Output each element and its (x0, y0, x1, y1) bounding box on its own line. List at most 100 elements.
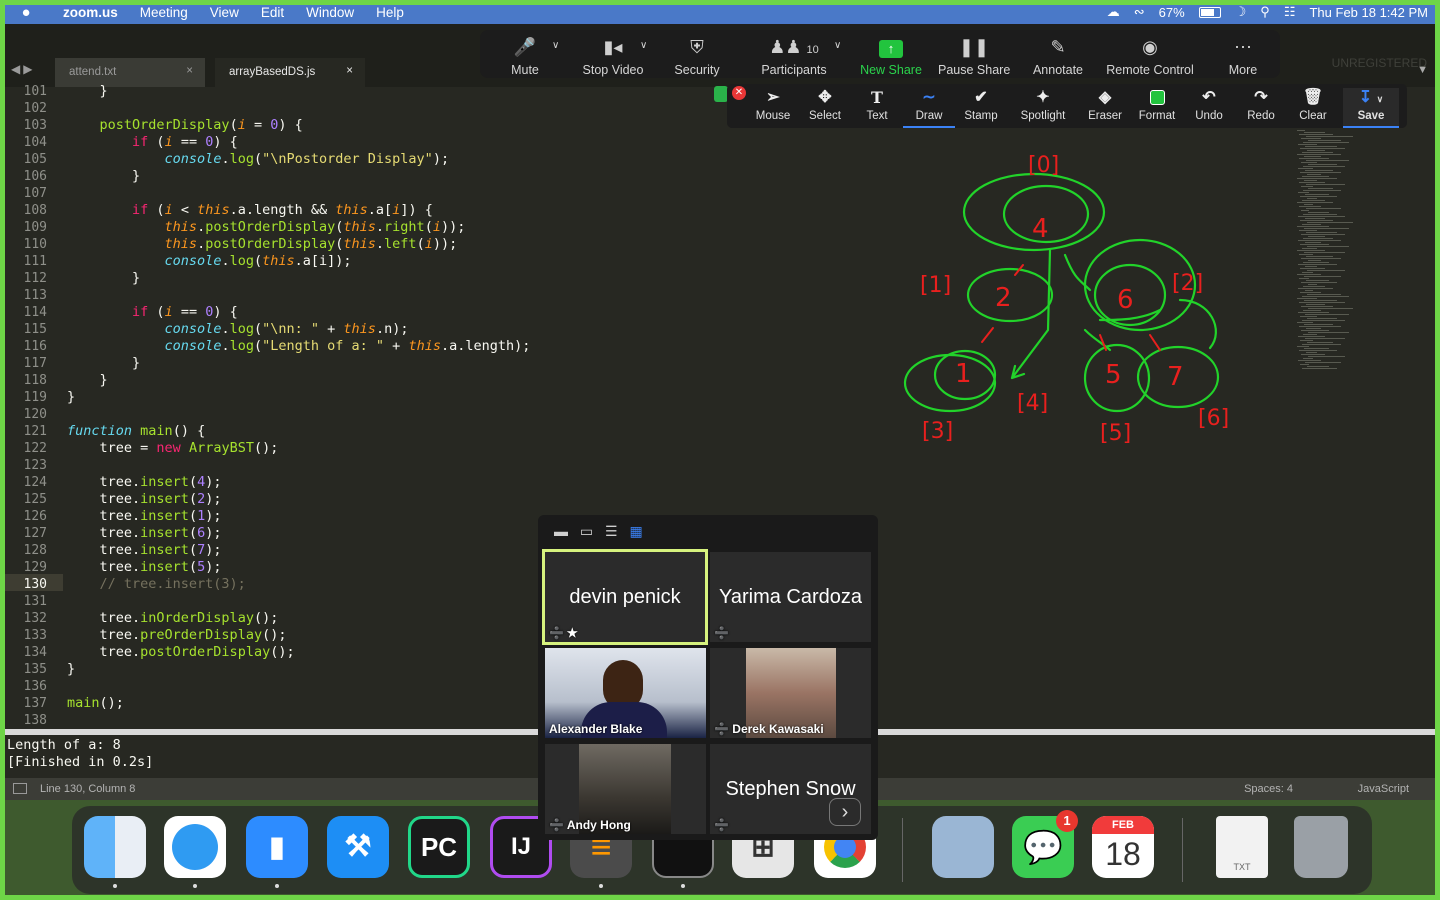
tool-undo[interactable]: ↶ Undo (1183, 88, 1235, 122)
redo-icon: ↷ (1254, 89, 1268, 106)
tool-stamp[interactable]: ✔ Stamp (955, 88, 1007, 122)
participants-options-chevron-icon[interactable]: ∨ (834, 40, 841, 51)
tool-select[interactable]: ✥ Select (799, 88, 851, 122)
video-camera-icon: ▮◂ (603, 37, 623, 57)
text-icon: T (871, 88, 883, 107)
screen: ● zoom.us Meeting View Edit Window Help … (0, 0, 1440, 900)
tool-eraser[interactable]: ◈ Eraser (1079, 88, 1131, 122)
tool-draw-label: Draw (915, 110, 943, 122)
spotlight-search-icon[interactable]: ⚲ (1260, 4, 1270, 20)
participants-button[interactable]: ♟♟ 10 Participants (758, 34, 830, 77)
tool-mouse-label: Mouse (755, 110, 791, 122)
pause-icon: ❚❚ (958, 37, 990, 57)
share-arrow-icon: ↑ (858, 34, 924, 60)
annotation-toolbar-grip-icon[interactable] (714, 86, 728, 102)
menubar-clock[interactable]: Thu Feb 18 1:42 PM (1309, 5, 1428, 20)
index-label-5: [5] (1100, 421, 1131, 446)
wifi-icon[interactable]: ∾ (1134, 4, 1145, 20)
tool-spotlight[interactable]: ✦ Spotlight (1011, 88, 1075, 122)
mute-button[interactable]: 🎤 Mute (505, 34, 545, 77)
participant-tile[interactable]: devin penick ➗ ✭ (542, 549, 708, 645)
pause-share-label: Pause Share (938, 63, 1011, 77)
close-annotation-icon[interactable]: ✕ (732, 86, 746, 100)
node-value-4: 4 (1032, 214, 1049, 244)
battery-icon[interactable] (1198, 6, 1221, 18)
microphone-icon: 🎤 (513, 37, 537, 57)
participant-name: Derek Kawasaki (732, 722, 824, 736)
menu-app-name[interactable]: zoom.us (52, 5, 129, 20)
next-page-button[interactable]: › (829, 798, 861, 826)
undo-icon: ↶ (1202, 89, 1216, 106)
strip-view-icon[interactable]: ☰ (605, 523, 618, 539)
tool-draw[interactable]: ∼ Draw (903, 88, 955, 128)
participant-name: Yarima Cardoza (718, 586, 863, 608)
node-value-2: 2 (995, 283, 1012, 313)
pause-share-button[interactable]: ❚❚ Pause Share (938, 34, 1010, 77)
mute-label: Mute (511, 63, 539, 77)
remote-control-label: Remote Control (1106, 63, 1194, 77)
control-center-icon[interactable]: ☷ (1284, 4, 1296, 20)
menu-meeting[interactable]: Meeting (129, 5, 199, 20)
participant-tile[interactable]: Stephen Snow ➗ › (710, 744, 871, 834)
participant-status: ➗ (714, 626, 729, 640)
tool-text-label: Text (866, 110, 888, 122)
participant-tile[interactable]: Yarima Cardoza ➗ (710, 552, 871, 642)
gallery-view-icon[interactable]: ▦ (629, 523, 642, 539)
save-icon: ↧ ∨ (1358, 89, 1384, 106)
move-icon: ✥ (818, 89, 832, 106)
tool-text[interactable]: T Text (851, 88, 903, 122)
index-label-3: [3] (922, 419, 953, 444)
video-gallery-panel: ▬ ▭ ☰ ▦ devin penick ➗ ✭ Yarima Cardoza … (538, 515, 878, 840)
do-not-disturb-moon-icon[interactable]: ☽ (1235, 4, 1247, 20)
stop-video-button[interactable]: ▮◂ Stop Video (578, 34, 648, 77)
node-value-5: 5 (1105, 360, 1122, 390)
annotate-label: Annotate (1032, 63, 1084, 77)
annotate-button[interactable]: ✎ Annotate (1030, 34, 1086, 77)
participant-tile[interactable]: ➗ Andy Hong (545, 744, 706, 834)
menu-window[interactable]: Window (295, 5, 365, 20)
new-share-button[interactable]: ↑ New Share (858, 34, 924, 77)
menubar: ● zoom.us Meeting View Edit Window Help … (0, 0, 1440, 24)
mouse-icon: ◉ (1142, 37, 1158, 57)
tool-save[interactable]: ↧ ∨ Save (1343, 88, 1399, 128)
tool-format[interactable]: Format (1131, 88, 1183, 122)
menu-view[interactable]: View (199, 5, 250, 20)
checkmark-icon: ✔ (974, 89, 988, 106)
ellipsis-icon: ⋯ (1234, 37, 1252, 57)
muted-mic-icon: ➗ (714, 722, 729, 736)
tree-edge-line (981, 327, 994, 343)
participant-tile[interactable]: ➗ Derek Kawasaki (710, 648, 871, 738)
color-square-icon (1131, 88, 1183, 108)
pin-icon: ✭ (567, 626, 578, 640)
tool-clear-label: Clear (1299, 110, 1327, 122)
security-button[interactable]: ⛨ Security (672, 34, 722, 77)
tool-select-label: Select (809, 110, 841, 122)
menu-help[interactable]: Help (365, 5, 415, 20)
apple-menu-icon[interactable]: ● (0, 4, 52, 21)
speaker-view-icon[interactable]: ▭ (580, 523, 593, 539)
menu-edit[interactable]: Edit (250, 5, 295, 20)
participants-label: Participants (761, 63, 827, 77)
node-value-1: 1 (955, 359, 972, 389)
video-options-chevron-icon[interactable]: ∨ (640, 40, 647, 51)
tool-undo-label: Undo (1195, 110, 1223, 122)
node-value-6: 6 (1117, 285, 1134, 315)
participant-tile[interactable]: Alexander Blake (545, 648, 706, 738)
tree-node-circle (903, 353, 997, 413)
wand-icon: ✦ (1036, 89, 1050, 106)
participants-icon: ♟♟ 10 (769, 37, 819, 57)
mute-options-chevron-icon[interactable]: ∨ (552, 40, 559, 51)
tool-mouse[interactable]: ➢ Mouse (747, 88, 799, 122)
cloud-upload-icon[interactable]: ☁ (1107, 4, 1120, 20)
tree-edge-line (1149, 334, 1161, 351)
more-button[interactable]: ⋯ More (1224, 34, 1262, 77)
participant-name: devin penick (569, 586, 681, 608)
more-label: More (1228, 63, 1258, 77)
minimize-icon[interactable]: ▬ (554, 523, 568, 539)
tool-redo[interactable]: ↷ Redo (1235, 88, 1287, 122)
remote-control-button[interactable]: ◉ Remote Control (1104, 34, 1196, 77)
battery-percent[interactable]: 67% (1159, 5, 1185, 20)
participant-name: Andy Hong (566, 818, 631, 832)
tool-clear[interactable]: 🗑 Clear (1287, 88, 1339, 122)
index-label-2: [2] (1172, 271, 1203, 296)
